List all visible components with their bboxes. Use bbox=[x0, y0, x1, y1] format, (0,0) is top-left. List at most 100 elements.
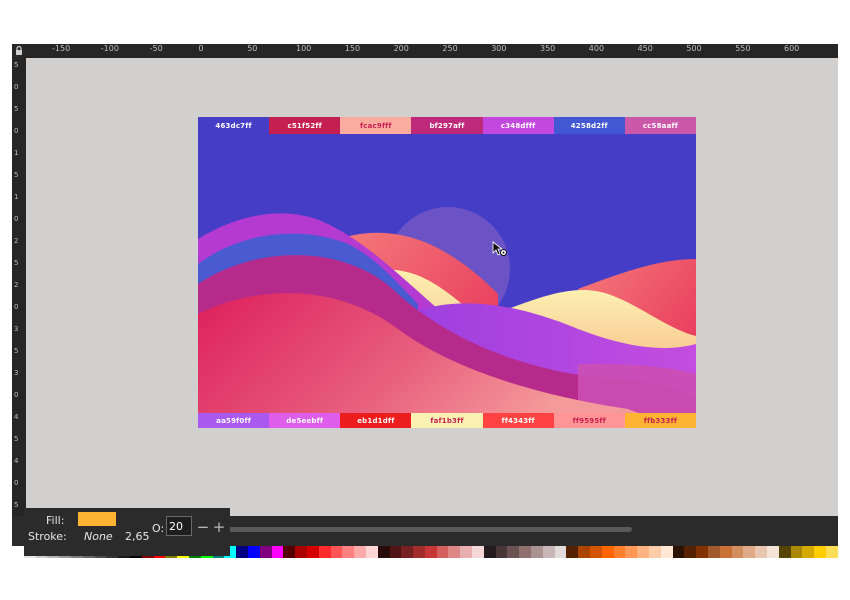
palette-color-chip[interactable] bbox=[743, 546, 756, 558]
palette-color-chip[interactable] bbox=[424, 546, 437, 558]
palette-color-chip[interactable] bbox=[767, 546, 779, 558]
ruler-tick-label: 300 bbox=[491, 44, 507, 53]
artboard[interactable]: 463dc7ff c51f52ff fcac9fff bf297aff c348dfff… bbox=[198, 117, 696, 428]
palette-color-chip[interactable] bbox=[377, 546, 390, 558]
palette-color-chip[interactable] bbox=[365, 546, 378, 558]
palette-color-chip[interactable] bbox=[719, 546, 732, 558]
palette-color-chip[interactable] bbox=[460, 546, 473, 558]
ruler-corner[interactable] bbox=[12, 44, 26, 58]
ruler-tick-label: 350 bbox=[540, 44, 556, 53]
opacity-decrease-button[interactable]: − bbox=[196, 517, 210, 537]
ruler-tick-label: 5 bbox=[14, 435, 19, 443]
horizontal-scrollbar[interactable] bbox=[226, 527, 632, 532]
palette-color-chip[interactable] bbox=[708, 546, 720, 558]
ruler-tick-label: 400 bbox=[588, 44, 605, 53]
color-swatch-label: fcac9fff bbox=[340, 117, 412, 134]
landscape-illustration[interactable] bbox=[198, 134, 696, 413]
palette-color-chip[interactable] bbox=[354, 546, 366, 558]
palette-color-chip[interactable] bbox=[672, 546, 685, 558]
ruler-tick-label: 2 bbox=[14, 281, 19, 289]
palette-color-chip[interactable] bbox=[542, 546, 555, 558]
ruler-tick-label: 5 bbox=[14, 347, 19, 355]
palette-color-chip[interactable] bbox=[790, 546, 803, 558]
palette-color-chip[interactable] bbox=[590, 546, 602, 558]
stroke-width[interactable]: 2,65 bbox=[125, 530, 150, 543]
opacity-increase-button[interactable]: + bbox=[212, 517, 226, 537]
palette-color-chip[interactable] bbox=[318, 546, 331, 558]
color-swatch-label: ff4343ff bbox=[482, 413, 554, 428]
fill-label: Fill: bbox=[46, 514, 65, 527]
ruler-tick-label: 100 bbox=[296, 44, 312, 53]
palette-color-chip[interactable] bbox=[601, 546, 614, 558]
palette-color-chip[interactable] bbox=[507, 546, 520, 558]
palette-color-chip[interactable] bbox=[566, 546, 579, 558]
color-swatch-label: de5eebff bbox=[269, 413, 341, 428]
palette-color-chip[interactable] bbox=[259, 546, 272, 558]
ruler-tick-label: 2 bbox=[14, 237, 19, 245]
ruler-tick-label: 3 bbox=[14, 369, 19, 377]
color-swatch-label: eb1d1dff bbox=[340, 413, 412, 428]
ruler-tick-label: 0 bbox=[14, 391, 19, 399]
horizontal-ruler[interactable]: -150 -100 -50 0 50 100 150 200 250 300 350 400 450 50… bbox=[12, 44, 838, 58]
color-swatch-label: c348dfff bbox=[482, 117, 554, 134]
canvas[interactable]: 463dc7ff c51f52ff fcac9fff bf297aff c348dfff… bbox=[26, 58, 838, 528]
palette-color-chip[interactable] bbox=[578, 546, 591, 558]
ruler-tick-label: 4 bbox=[14, 413, 19, 421]
palette-color-chip[interactable] bbox=[306, 546, 319, 558]
lock-icon[interactable] bbox=[15, 46, 23, 56]
palette-color-chip[interactable] bbox=[696, 546, 709, 558]
palette-color-chip[interactable] bbox=[731, 546, 744, 558]
palette-color-chip[interactable] bbox=[755, 546, 767, 558]
fill-color-swatch[interactable] bbox=[78, 512, 116, 526]
palette-color-chip[interactable] bbox=[342, 546, 355, 558]
palette-color-chip[interactable] bbox=[802, 546, 815, 558]
ruler-tick-label: 5 bbox=[14, 501, 19, 509]
color-swatch-label: aa59f0ff bbox=[198, 413, 270, 428]
palette-color-chip[interactable] bbox=[613, 546, 626, 558]
color-swatch-label: ff9595ff bbox=[553, 413, 625, 428]
ruler-tick-label: 4 bbox=[14, 457, 19, 465]
palette-color-chip[interactable] bbox=[625, 546, 638, 558]
color-swatch-label: 4258d2ff bbox=[553, 117, 625, 134]
palette-color-chip[interactable] bbox=[519, 546, 532, 558]
palette-color-chip[interactable] bbox=[554, 546, 567, 558]
color-swatch-label: faf1b3ff bbox=[411, 413, 483, 428]
palette-color-chip[interactable] bbox=[295, 546, 307, 558]
palette-color-chip[interactable] bbox=[236, 546, 248, 558]
ruler-tick-label: 1 bbox=[14, 193, 19, 201]
ruler-tick-label: 50 bbox=[247, 44, 258, 53]
ruler-tick-label: 0 bbox=[14, 127, 19, 135]
palette-color-chip[interactable] bbox=[472, 546, 484, 558]
vertical-ruler[interactable]: 5 0 5 0 1 5 1 0 2 5 2 0 3 5 3 0 4 5 4 0 5 bbox=[12, 58, 26, 528]
color-swatch-label: 463dc7ff bbox=[198, 117, 270, 134]
ruler-tick-label: 0 bbox=[14, 215, 19, 223]
palette-color-chip[interactable] bbox=[448, 546, 461, 558]
palette-color-chip[interactable] bbox=[330, 546, 343, 558]
bottom-swatch-row: aa59f0ff de5eebff eb1d1dff faf1b3ff ff4343ff… bbox=[198, 413, 696, 428]
palette-color-chip[interactable] bbox=[825, 546, 838, 558]
ruler-tick-label: 5 bbox=[14, 259, 19, 267]
palette-color-chip[interactable] bbox=[778, 546, 791, 558]
palette-color-chip[interactable] bbox=[531, 546, 543, 558]
palette-color-chip[interactable] bbox=[495, 546, 508, 558]
palette-color-chip[interactable] bbox=[684, 546, 697, 558]
palette-color-chip[interactable] bbox=[649, 546, 661, 558]
palette-color-chip[interactable] bbox=[413, 546, 425, 558]
palette-color-chip[interactable] bbox=[401, 546, 414, 558]
palette-color-chip[interactable] bbox=[436, 546, 449, 558]
palette-color-chip[interactable] bbox=[483, 546, 496, 558]
palette-color-chip[interactable] bbox=[660, 546, 673, 558]
fill-stroke-indicator: Fill: Stroke: None 2,65 O: − + bbox=[24, 508, 230, 556]
ruler-tick-label: -100 bbox=[100, 44, 119, 53]
palette-color-chip[interactable] bbox=[814, 546, 826, 558]
palette-color-chip[interactable] bbox=[271, 546, 284, 558]
palette-color-chip[interactable] bbox=[12, 546, 24, 558]
palette-color-chip[interactable] bbox=[389, 546, 402, 558]
ruler-tick-label: 200 bbox=[393, 44, 409, 53]
palette-color-chip[interactable] bbox=[283, 546, 296, 558]
opacity-input[interactable] bbox=[166, 516, 192, 536]
ruler-tick-label: 150 bbox=[344, 44, 361, 53]
palette-color-chip[interactable] bbox=[247, 546, 260, 558]
stroke-value[interactable]: None bbox=[84, 530, 113, 543]
palette-color-chip[interactable] bbox=[637, 546, 650, 558]
